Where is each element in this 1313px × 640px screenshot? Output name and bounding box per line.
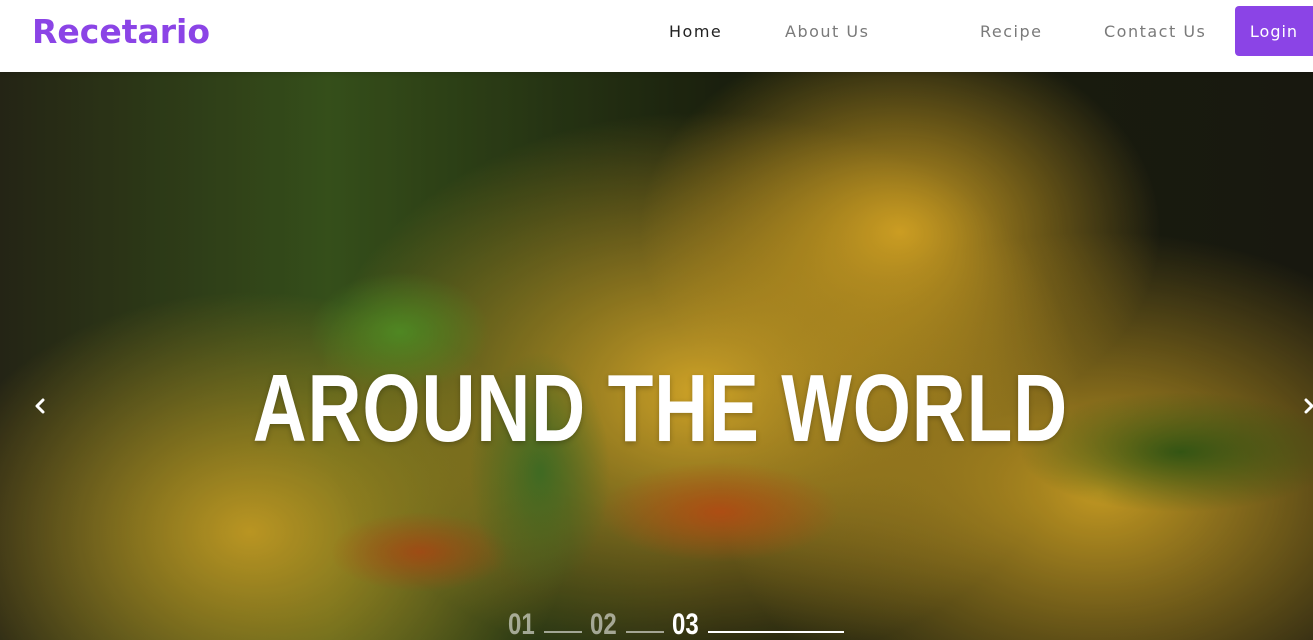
carousel-indicator-3[interactable]: 03 [672,610,852,640]
chevron-right-icon [1303,398,1313,414]
indicator-line [626,631,664,633]
nav-link-contact-us[interactable]: Contact Us [1104,22,1206,41]
hero-carousel: AROUND THE WORLD 01 02 03 [0,72,1313,640]
login-button[interactable]: Login [1235,6,1313,56]
chevron-left-icon [34,398,46,414]
carousel-indicators: 01 02 03 [508,610,852,640]
hero-title: AROUND THE WORLD [252,355,1068,462]
indicator-line [708,631,844,633]
carousel-next-button[interactable] [1297,394,1313,418]
brand-logo[interactable]: Recetario [32,12,210,51]
indicator-label: 03 [672,608,699,640]
carousel-indicator-2[interactable]: 02 [590,610,672,640]
nav-link-about-us[interactable]: About Us [785,22,869,41]
indicator-label: 02 [590,608,617,640]
indicator-label: 01 [508,608,535,640]
carousel-indicator-1[interactable]: 01 [508,610,590,640]
carousel-prev-button[interactable] [28,394,52,418]
navbar: Recetario Home About Us Recipe Contact U… [0,0,1313,72]
nav-link-recipe[interactable]: Recipe [980,22,1042,41]
nav-link-home[interactable]: Home [669,22,722,41]
indicator-line [544,631,582,633]
